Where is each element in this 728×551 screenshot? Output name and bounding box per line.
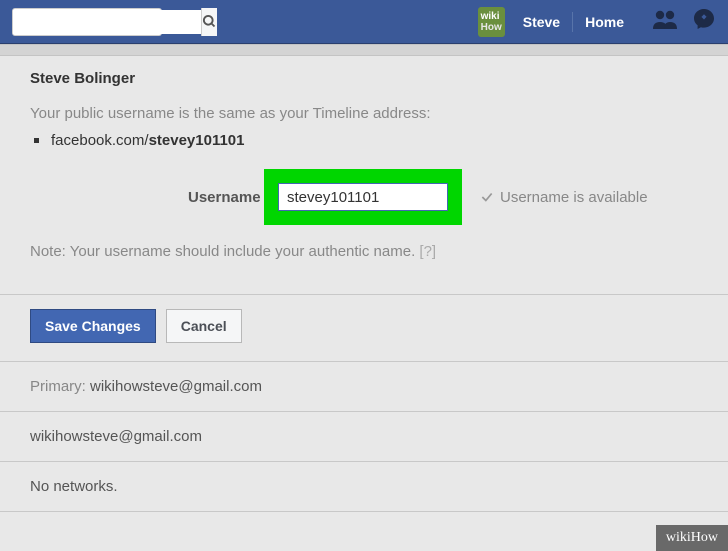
username-label: Username [188, 189, 261, 206]
sub-bar [0, 44, 728, 56]
watermark: wikiHow [656, 525, 728, 551]
networks-row: No networks. [0, 462, 728, 511]
wikihow-logo: wiki How [478, 7, 505, 37]
messenger-icon[interactable] [692, 7, 716, 36]
primary-email-row: Primary: wikihowsteve@gmail.com [0, 362, 728, 411]
help-icon[interactable]: [?] [419, 243, 436, 260]
availability-status: Username is available [480, 189, 648, 206]
networks-value: No networks. [30, 478, 118, 495]
username-row: Username Username is available [30, 167, 698, 227]
email-row: wikihowsteve@gmail.com [0, 412, 728, 461]
profile-link[interactable]: Steve [513, 14, 570, 30]
url-username: stevey101101 [149, 132, 245, 149]
bullet-icon [34, 138, 39, 143]
username-note: Note: Your username should include your … [30, 243, 698, 260]
button-row: Save Changes Cancel [0, 295, 728, 361]
search-icon [202, 14, 217, 29]
search-input[interactable] [13, 10, 201, 34]
url-prefix: facebook.com/ [51, 132, 149, 149]
email-value: wikihowsteve@gmail.com [30, 428, 202, 445]
public-username-desc: Your public username is the same as your… [30, 105, 698, 122]
highlight-frame [264, 169, 462, 225]
save-button[interactable]: Save Changes [30, 309, 156, 343]
topbar: wiki How Steve Home [0, 0, 728, 44]
timeline-url: facebook.com/stevey101101 [30, 132, 698, 149]
search-button[interactable] [201, 8, 217, 36]
primary-email: wikihowsteve@gmail.com [90, 378, 262, 395]
divider-line [0, 511, 728, 512]
username-input[interactable] [278, 183, 448, 211]
settings-panel: Steve Bolinger Your public username is t… [0, 56, 728, 512]
home-link[interactable]: Home [575, 14, 634, 30]
primary-label: Primary: [30, 378, 86, 395]
account-name: Steve Bolinger [30, 70, 698, 87]
cancel-button[interactable]: Cancel [166, 309, 242, 343]
check-icon [480, 190, 494, 204]
divider [572, 12, 573, 32]
search-container [12, 8, 162, 36]
friend-requests-icon[interactable] [652, 8, 678, 35]
